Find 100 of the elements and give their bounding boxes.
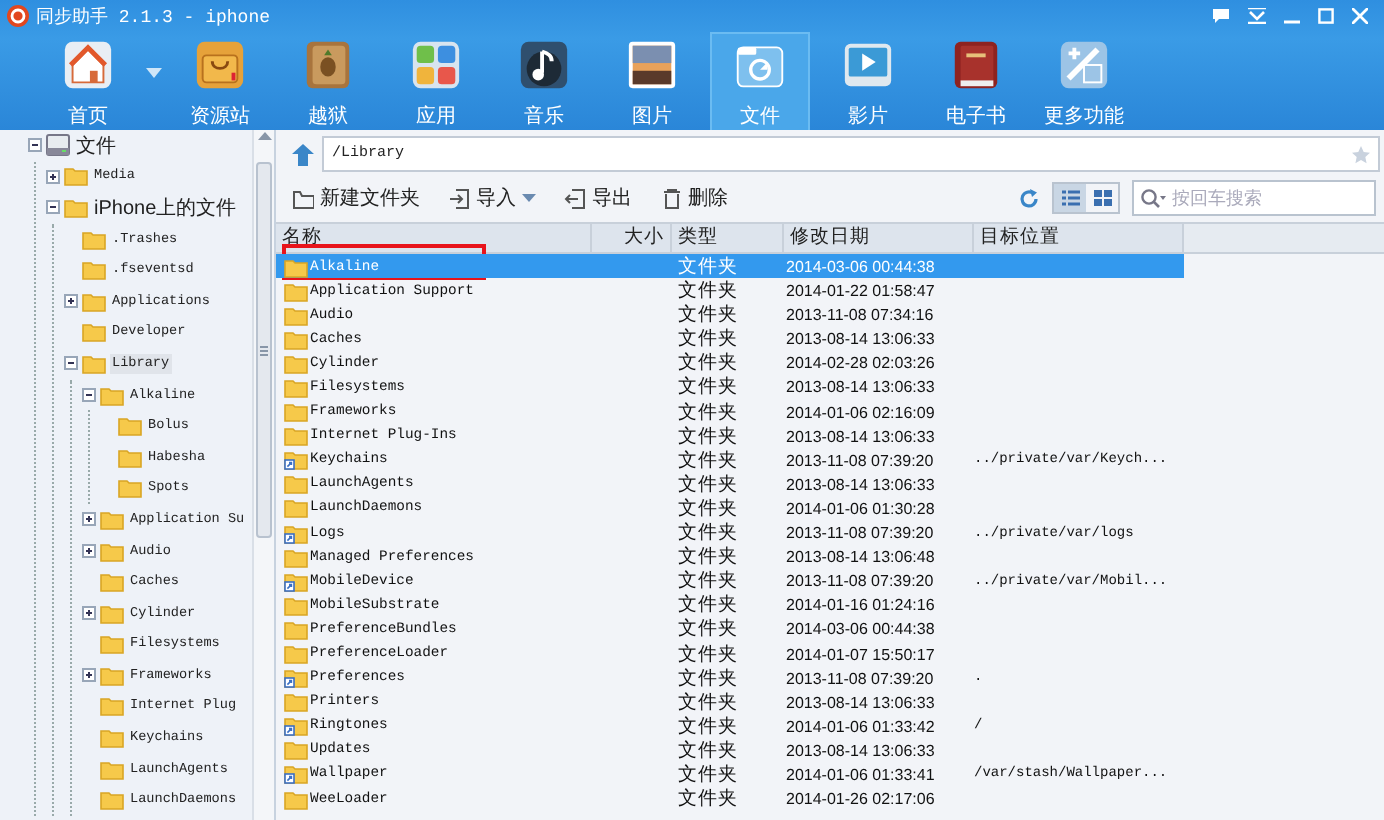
modified-date: 2014-01-26 02:17:06 xyxy=(784,790,937,809)
folder-icon xyxy=(64,197,88,218)
folder-shortcut-icon xyxy=(284,764,308,785)
file-type: 文件夹 xyxy=(676,471,740,498)
folder-icon xyxy=(284,402,308,423)
modified-date: 2014-01-06 01:30:28 xyxy=(784,499,937,518)
toolbar-tab[interactable]: 音乐 xyxy=(494,32,594,130)
tree-item[interactable]: iPhone上的文件 xyxy=(92,191,239,224)
file-type: 文件夹 xyxy=(676,495,740,522)
toolbar-button[interactable]: 导出 xyxy=(564,184,632,212)
file-type: 文件夹 xyxy=(676,374,740,401)
toolbar-tab[interactable]: 资源站 xyxy=(170,32,270,130)
video-player-icon xyxy=(840,38,896,92)
collapse-icon[interactable] xyxy=(64,356,78,371)
folder-icon xyxy=(284,498,308,519)
file-type: 文件夹 xyxy=(676,520,740,546)
expand-icon[interactable] xyxy=(82,668,96,683)
modified-date: 2014-01-16 01:24:16 xyxy=(784,596,937,615)
toolbar-button[interactable]: 删除 xyxy=(660,184,728,212)
folder-icon xyxy=(100,541,124,562)
column-header[interactable]: 大小 xyxy=(592,224,672,252)
collapse-icon[interactable] xyxy=(82,388,96,403)
folder-shortcut-icon xyxy=(284,450,308,471)
modified-date: 2013-08-14 13:06:33 xyxy=(784,741,937,760)
refresh-icon[interactable] xyxy=(1018,187,1040,209)
toolbar-tab[interactable]: 首页 xyxy=(38,32,138,130)
folder-icon xyxy=(118,478,142,499)
expand-icon[interactable] xyxy=(64,294,78,309)
folder-icon xyxy=(100,790,124,811)
file-type: 文件夹 xyxy=(676,713,740,740)
modified-date: 2014-02-28 02:03:26 xyxy=(784,354,937,373)
toolbar-tab[interactable]: 越狱 xyxy=(278,32,378,130)
folder-icon xyxy=(100,572,124,593)
up-arrow-icon[interactable] xyxy=(292,143,314,165)
file-type: 文件夹 xyxy=(676,641,740,667)
modified-date: 2014-01-22 01:58:47 xyxy=(784,282,937,301)
modified-date: 2014-01-06 01:33:41 xyxy=(784,765,937,784)
modified-date: 2013-08-14 13:06:33 xyxy=(784,427,937,446)
folder-icon xyxy=(100,385,124,406)
expand-icon[interactable] xyxy=(46,169,60,184)
column-header[interactable]: 修改日期 xyxy=(784,224,974,252)
expand-icon[interactable] xyxy=(82,512,96,527)
close-icon[interactable] xyxy=(1352,8,1368,24)
toolbar-tab[interactable]: 应用 xyxy=(386,32,486,130)
dropdown-caret-icon[interactable] xyxy=(146,67,162,77)
modified-date: 2014-03-06 00:44:38 xyxy=(784,258,937,276)
grip-icon[interactable] xyxy=(260,345,268,355)
file-type: 文件夹 xyxy=(676,616,740,643)
scrollbar[interactable] xyxy=(252,130,274,820)
house-icon xyxy=(60,38,116,92)
tree-item[interactable]: 文件 xyxy=(74,130,118,162)
modified-date: 2013-08-14 13:06:33 xyxy=(784,693,937,712)
file-type: 文件夹 xyxy=(676,786,740,813)
expand-icon[interactable] xyxy=(82,544,96,559)
folder-icon xyxy=(118,416,142,437)
folder-icon xyxy=(284,377,308,398)
toolbar-tab[interactable]: 电子书 xyxy=(926,32,1026,130)
file-type: 文件夹 xyxy=(676,423,740,450)
list-view-button[interactable] xyxy=(1054,184,1086,212)
app-logo-icon xyxy=(6,4,30,28)
modified-date: 2013-08-14 13:06:33 xyxy=(784,475,937,494)
column-header[interactable]: 类型 xyxy=(672,224,784,252)
expand-icon[interactable] xyxy=(82,606,96,621)
folder-icon xyxy=(82,260,106,281)
folder-icon xyxy=(100,728,124,749)
new-folder-icon xyxy=(292,187,314,209)
folder-icon xyxy=(100,696,124,717)
collapse-icon[interactable] xyxy=(46,200,60,215)
folder-icon xyxy=(100,759,124,780)
modified-date: 2014-03-06 00:44:38 xyxy=(784,620,937,639)
folder-icon xyxy=(284,329,308,350)
toolbar-button[interactable]: 新建文件夹 xyxy=(292,184,420,212)
folder-icon xyxy=(284,353,308,374)
folder-icon xyxy=(284,595,308,616)
toolbar-tab[interactable]: 更多功能 xyxy=(1034,32,1134,130)
grid-view-icon xyxy=(1093,190,1111,206)
file-type: 文件夹 xyxy=(676,544,740,570)
file-type: 文件夹 xyxy=(676,399,740,426)
tools-icon xyxy=(1056,38,1112,92)
trash-icon xyxy=(660,187,682,209)
collapse-icon[interactable] xyxy=(28,138,42,153)
toolbar-button[interactable]: 导入 xyxy=(448,184,536,212)
folder-icon xyxy=(100,603,124,624)
folder-shortcut-icon xyxy=(284,571,308,592)
folder-icon xyxy=(100,665,124,686)
modified-date: 2013-11-08 07:39:20 xyxy=(784,669,936,688)
folder-icon xyxy=(284,644,308,664)
column-header[interactable]: 名称 xyxy=(276,224,592,252)
download-icon[interactable] xyxy=(1248,8,1266,24)
toolbar-tab[interactable]: 影片 xyxy=(818,32,918,130)
modified-date: 2013-08-14 13:06:33 xyxy=(784,330,937,349)
search-field[interactable]: 按回车搜索 xyxy=(1132,180,1376,216)
toolbar-tab[interactable]: 图片 xyxy=(602,32,702,130)
file-type: 文件夹 xyxy=(676,302,740,328)
maximize-icon[interactable] xyxy=(1318,8,1334,24)
star-icon[interactable] xyxy=(1352,145,1370,163)
folder-icon xyxy=(284,740,308,761)
export-icon xyxy=(564,187,586,209)
modified-date: 2014-01-07 15:50:17 xyxy=(784,645,937,663)
chat-icon[interactable] xyxy=(1212,8,1230,24)
